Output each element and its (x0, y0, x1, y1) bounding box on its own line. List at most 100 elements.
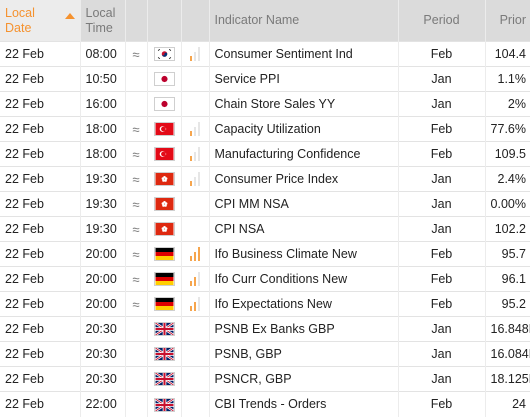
row-indicator-name[interactable]: PSNB Ex Banks GBP (209, 316, 399, 342)
table-row[interactable]: 22 Feb 20:30 PSNCR, GBP Jan 18.125B (0, 366, 530, 392)
table-row[interactable]: 22 Feb 20:00 ≈ Ifo Expectations New Feb … (0, 291, 530, 317)
row-country (147, 241, 182, 267)
row-indicator-name[interactable]: Ifo Business Climate New (209, 241, 399, 267)
row-date: 22 Feb (0, 141, 81, 167)
column-header-prior[interactable]: Prior (485, 0, 530, 42)
approx-icon: ≈ (125, 191, 148, 217)
row-indicator-name[interactable]: Capacity Utilization (209, 116, 399, 142)
row-importance (181, 266, 210, 292)
row-importance (181, 216, 210, 242)
approx-icon: ≈ (125, 266, 148, 292)
approx-icon (125, 341, 148, 367)
row-date: 22 Feb (0, 291, 81, 317)
row-indicator-name[interactable]: Service PPI (209, 66, 399, 92)
approx-icon: ≈ (125, 141, 148, 167)
row-date: 22 Feb (0, 366, 81, 392)
row-date: 22 Feb (0, 266, 81, 292)
table-row[interactable]: 22 Feb 22:00 CBI Trends - Orders Feb 24 (0, 391, 530, 417)
row-importance (181, 291, 210, 317)
importance-bars-icon (190, 122, 200, 137)
local-date-label: Local Date (5, 5, 35, 35)
gb-flag-icon (153, 347, 175, 362)
row-period: Jan (398, 166, 486, 192)
table-row[interactable]: 22 Feb 19:30 ≈ CPI NSA Jan 102.2 (0, 216, 530, 242)
table-row[interactable]: 22 Feb 18:00 ≈ Capacity Utilization Feb … (0, 116, 530, 142)
importance-bars-icon (190, 297, 200, 312)
row-indicator-name[interactable]: Manufacturing Confidence (209, 141, 399, 167)
row-indicator-name[interactable]: PSNCR, GBP (209, 366, 399, 392)
row-indicator-name[interactable]: CBI Trends - Orders (209, 391, 399, 417)
approx-icon (125, 316, 148, 342)
row-importance (181, 391, 210, 417)
row-importance (181, 141, 210, 167)
row-time: 20:30 (80, 366, 126, 392)
row-prior: 95.2 (485, 291, 530, 317)
de-flag-icon (153, 247, 175, 262)
row-period: Feb (398, 291, 486, 317)
approx-icon: ≈ (125, 166, 148, 192)
header-row: Local Date Local Time Indicator Name Per… (0, 0, 530, 42)
row-period: Jan (398, 341, 486, 367)
row-time: 19:30 (80, 216, 126, 242)
row-indicator-name[interactable]: CPI NSA (209, 216, 399, 242)
column-header-indicator-name[interactable]: Indicator Name (209, 0, 399, 42)
row-prior: 95.7 (485, 241, 530, 267)
row-prior: 109.5 (485, 141, 530, 167)
row-importance (181, 316, 210, 342)
row-importance (181, 241, 210, 267)
row-prior: 2% (485, 91, 530, 117)
row-prior: 16.084B (485, 341, 530, 367)
row-indicator-name[interactable]: Ifo Curr Conditions New (209, 266, 399, 292)
row-period: Feb (398, 141, 486, 167)
row-date: 22 Feb (0, 116, 81, 142)
row-importance (181, 66, 210, 92)
row-prior: 24 (485, 391, 530, 417)
importance-bars-icon (190, 247, 200, 262)
kr-flag-icon (153, 47, 175, 62)
row-importance (181, 116, 210, 142)
row-time: 18:00 (80, 116, 126, 142)
row-indicator-name[interactable]: Consumer Price Index (209, 166, 399, 192)
table-row[interactable]: 22 Feb 20:30 PSNB Ex Banks GBP Jan 16.84… (0, 316, 530, 342)
de-flag-icon (153, 272, 175, 287)
row-time: 18:00 (80, 141, 126, 167)
row-prior: 96.1 (485, 266, 530, 292)
row-period: Feb (398, 241, 486, 267)
table-row[interactable]: 22 Feb 20:00 ≈ Ifo Curr Conditions New F… (0, 266, 530, 292)
row-country (147, 41, 182, 67)
row-indicator-name[interactable]: Ifo Expectations New (209, 291, 399, 317)
jp-flag-icon (153, 97, 175, 112)
table-row[interactable]: 22 Feb 20:00 ≈ Ifo Business Climate New … (0, 241, 530, 267)
row-time: 16:00 (80, 91, 126, 117)
row-period: Jan (398, 191, 486, 217)
column-header-local-time[interactable]: Local Time (80, 0, 126, 42)
table-row[interactable]: 22 Feb 19:30 ≈ CPI MM NSA Jan 0.00% (0, 191, 530, 217)
row-date: 22 Feb (0, 391, 81, 417)
hk-flag-icon (153, 172, 175, 187)
column-header-period[interactable]: Period (398, 0, 486, 42)
approx-icon: ≈ (125, 116, 148, 142)
table-row[interactable]: 22 Feb 16:00 Chain Store Sales YY Jan 2% (0, 91, 530, 117)
row-country (147, 316, 182, 342)
sort-ascending-icon (64, 13, 75, 19)
importance-bars-icon (190, 47, 200, 62)
table-row[interactable]: 22 Feb 10:50 Service PPI Jan 1.1% (0, 66, 530, 92)
row-indicator-name[interactable]: Chain Store Sales YY (209, 91, 399, 117)
row-prior: 18.125B (485, 366, 530, 392)
jp-flag-icon (153, 72, 175, 87)
approx-icon: ≈ (125, 241, 148, 267)
row-indicator-name[interactable]: CPI MM NSA (209, 191, 399, 217)
row-indicator-name[interactable]: Consumer Sentiment Ind (209, 41, 399, 67)
table-row[interactable]: 22 Feb 20:30 PSNB, GBP Jan 16.084B (0, 341, 530, 367)
table-row[interactable]: 22 Feb 19:30 ≈ Consumer Price Index Jan … (0, 166, 530, 192)
column-header-importance (181, 0, 210, 42)
row-prior: 77.6% (485, 116, 530, 142)
row-indicator-name[interactable]: PSNB, GBP (209, 341, 399, 367)
column-header-local-date[interactable]: Local Date (0, 0, 81, 42)
table-row[interactable]: 22 Feb 08:00 ≈ Consumer Sentiment Ind Fe… (0, 41, 530, 67)
row-country (147, 166, 182, 192)
row-importance (181, 41, 210, 67)
table-row[interactable]: 22 Feb 18:00 ≈ Manufacturing Confidence … (0, 141, 530, 167)
row-country (147, 141, 182, 167)
approx-icon (125, 66, 148, 92)
